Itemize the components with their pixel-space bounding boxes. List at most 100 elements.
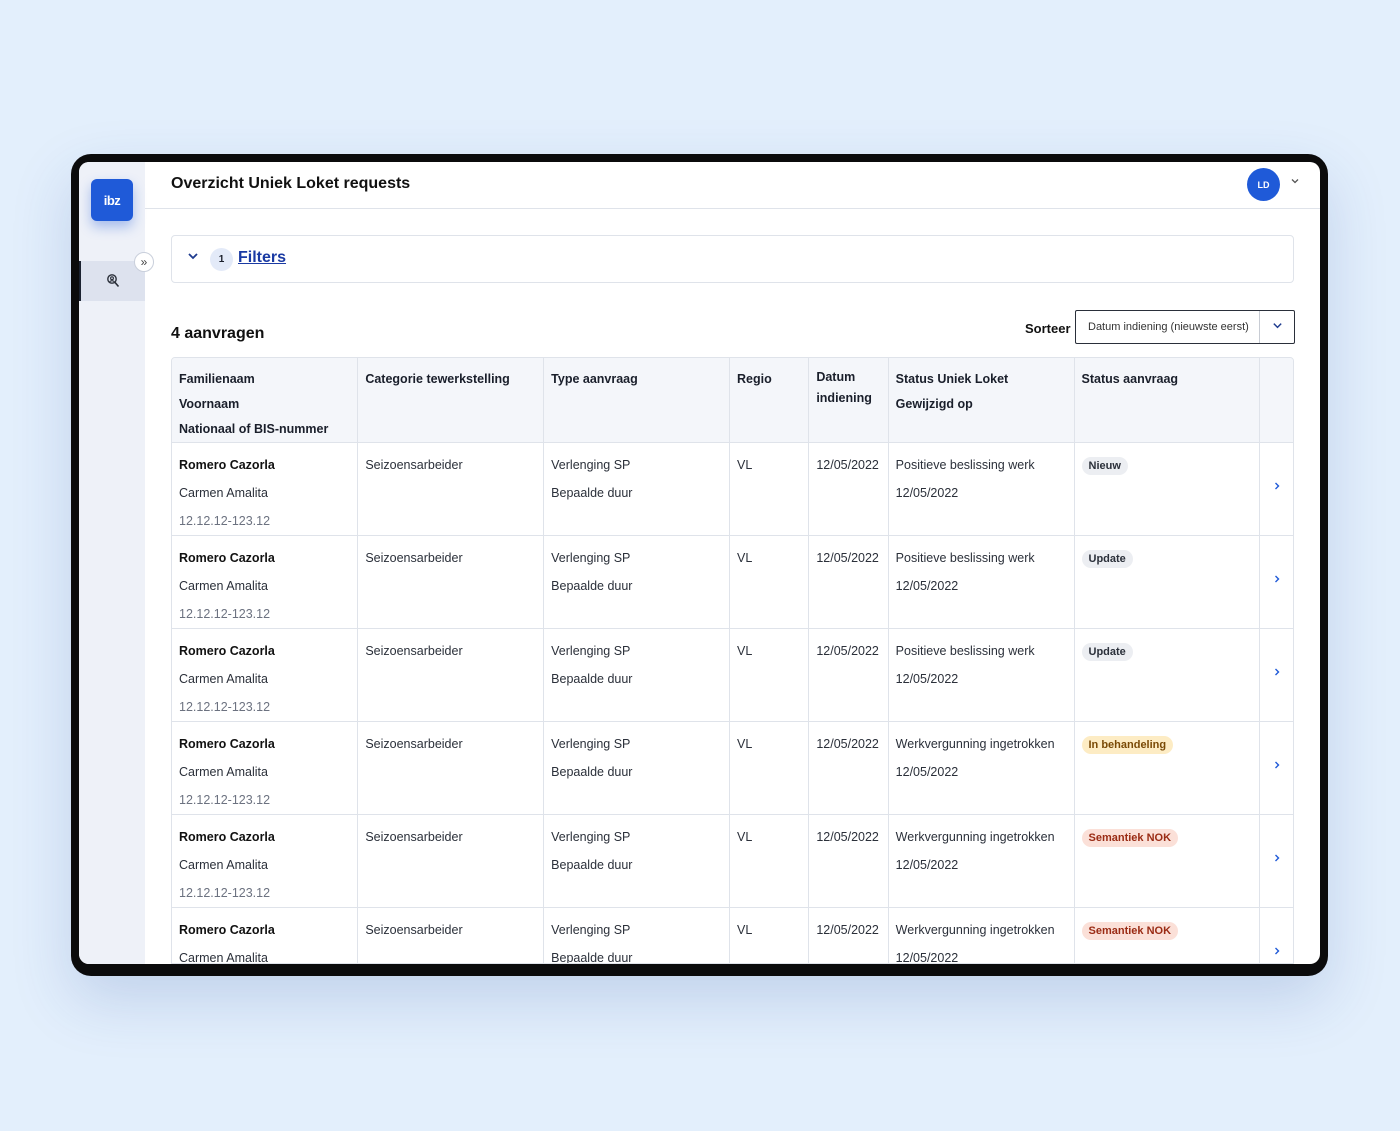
region-text: VL: [736, 923, 753, 937]
cell-date: 12/05/2022: [808, 442, 889, 536]
cell-date: 12/05/2022: [808, 907, 889, 963]
table-row[interactable]: Romero Cazorla Carmen Amalita 12.12.12-1…: [172, 442, 1293, 536]
chevron-right-icon[interactable]: [1272, 851, 1282, 866]
national-number-text: 12.12.12-123.12: [179, 514, 271, 528]
cell-ul-status: Werkvergunning ingetrokken 12/05/2022: [888, 907, 1075, 963]
chevron-right-icon[interactable]: [1272, 758, 1282, 773]
table-row[interactable]: Romero Cazorla Carmen Amalita 12.12.12-1…: [172, 814, 1293, 908]
cell-status: In behandeling: [1074, 721, 1261, 815]
duration-text: Bepaalde duur: [551, 858, 633, 872]
table-row[interactable]: Romero Cazorla Carmen Amalita 12.12.12-1…: [172, 721, 1293, 815]
date-text: 12/05/2022: [816, 458, 879, 472]
cell-name: Romero Cazorla Carmen Amalita 12.12.12-1…: [172, 814, 359, 908]
header-label: Regio: [736, 372, 772, 386]
region-text: VL: [736, 830, 753, 844]
column-header-ul-status[interactable]: Status Uniek Loket Gewijzigd op: [888, 358, 1075, 443]
table-row[interactable]: Romero Cazorla Carmen Amalita 12.12.12-1…: [172, 628, 1293, 722]
column-header-actions: [1259, 358, 1293, 443]
header-label: Nationaal of BIS-nummer: [179, 422, 329, 436]
lastname-text: Romero Cazorla: [179, 923, 275, 937]
cell-category: Seizoensarbeider: [357, 907, 545, 963]
column-header-category[interactable]: Categorie tewerkstelling: [357, 358, 545, 443]
sort-select[interactable]: Datum indiening (nieuwste eerst): [1075, 310, 1295, 344]
cell-status: Semantiek NOK: [1074, 814, 1261, 908]
cell-open[interactable]: [1259, 907, 1293, 963]
column-header-name[interactable]: Familienaam Voornaam Nationaal of BIS-nu…: [172, 358, 359, 443]
firstname-text: Carmen Amalita: [179, 858, 268, 872]
header-label: Gewijzigd op: [895, 397, 973, 411]
lastname-text: Romero Cazorla: [179, 458, 275, 472]
cell-type: Verlenging SP Bepaalde duur: [543, 907, 730, 964]
filters-panel[interactable]: 1 Filters: [171, 235, 1294, 283]
cell-region: VL: [729, 442, 810, 536]
double-chevron-right-icon: »: [140, 255, 148, 269]
chevron-right-icon[interactable]: [1272, 665, 1282, 680]
region-text: VL: [736, 644, 753, 658]
cell-date: 12/05/2022: [808, 535, 889, 629]
cell-status: Semantiek NOK: [1074, 907, 1261, 963]
cell-type: Verlenging SP Bepaalde duur: [543, 628, 730, 722]
status-badge: Semantiek NOK: [1081, 829, 1179, 847]
national-number-text: 12.12.12-123.12: [179, 607, 271, 621]
chevron-down-icon[interactable]: [1290, 176, 1300, 189]
region-text: VL: [736, 458, 753, 472]
sidebar-expand-button[interactable]: »: [134, 252, 154, 272]
table-row[interactable]: Romero Cazorla Carmen Amalita 12.12.12-1…: [172, 907, 1293, 964]
chevron-right-icon[interactable]: [1272, 479, 1282, 494]
category-text: Seizoensarbeider: [365, 737, 463, 751]
type-text: Verlenging SP: [551, 737, 631, 751]
header-label: Categorie tewerkstelling: [365, 372, 510, 386]
ul-status-text: Werkvergunning ingetrokken: [895, 923, 1055, 937]
cell-ul-status: Positieve beslissing werk 12/05/2022: [888, 442, 1075, 536]
ul-date-text: 12/05/2022: [895, 765, 959, 779]
duration-text: Bepaalde duur: [551, 951, 633, 964]
category-text: Seizoensarbeider: [365, 644, 463, 658]
app-window: ibz » Overzicht Uniek Loket requests LD: [79, 162, 1320, 964]
cell-open[interactable]: [1259, 814, 1293, 908]
cell-name: Romero Cazorla Carmen Amalita 12.12.12-1…: [172, 721, 359, 815]
region-text: VL: [736, 737, 753, 751]
date-text: 12/05/2022: [816, 830, 879, 844]
cell-region: VL: [729, 814, 810, 908]
cell-region: VL: [729, 907, 810, 963]
category-text: Seizoensarbeider: [365, 458, 463, 472]
filters-toggle-link[interactable]: Filters: [238, 249, 286, 267]
lastname-text: Romero Cazorla: [179, 830, 275, 844]
sort-select-value: Datum indiening (nieuwste eerst): [1088, 321, 1249, 333]
ul-status-text: Werkvergunning ingetrokken: [895, 737, 1055, 751]
avatar[interactable]: LD: [1247, 168, 1280, 201]
type-text: Verlenging SP: [551, 551, 631, 565]
chevron-right-icon[interactable]: [1272, 572, 1282, 587]
sort-select-divider: [1259, 311, 1260, 343]
sort-label: Sorteer: [1025, 321, 1071, 336]
cell-name: Romero Cazorla Carmen Amalita 12.12.12-1…: [172, 442, 359, 536]
cell-open[interactable]: [1259, 628, 1293, 722]
chevron-right-icon[interactable]: [1272, 944, 1282, 959]
header-label: Voornaam: [179, 397, 240, 411]
status-badge: Update: [1081, 643, 1133, 661]
chevron-down-icon[interactable]: [1272, 320, 1283, 334]
cell-type: Verlenging SP Bepaalde duur: [543, 535, 730, 629]
lastname-text: Romero Cazorla: [179, 644, 275, 658]
ul-date-text: 12/05/2022: [895, 486, 959, 500]
cell-date: 12/05/2022: [808, 721, 889, 815]
results-count: 4 aanvragen: [171, 325, 265, 342]
search-person-icon: [107, 274, 120, 288]
chevron-down-icon[interactable]: [187, 250, 199, 265]
column-header-region[interactable]: Regio: [729, 358, 810, 443]
column-header-date[interactable]: Datum indiening: [808, 358, 889, 443]
cell-category: Seizoensarbeider: [357, 628, 545, 722]
ul-date-text: 12/05/2022: [895, 858, 959, 872]
cell-open[interactable]: [1259, 535, 1293, 629]
cell-open[interactable]: [1259, 442, 1293, 536]
header: Overzicht Uniek Loket requests LD: [145, 162, 1320, 209]
firstname-text: Carmen Amalita: [179, 672, 268, 686]
cell-open[interactable]: [1259, 721, 1293, 815]
ibz-logo[interactable]: ibz: [91, 179, 133, 221]
column-header-type[interactable]: Type aanvraag: [543, 358, 730, 443]
column-header-status[interactable]: Status aanvraag: [1074, 358, 1261, 443]
table-row[interactable]: Romero Cazorla Carmen Amalita 12.12.12-1…: [172, 535, 1293, 629]
device-frame: ibz » Overzicht Uniek Loket requests LD: [71, 154, 1328, 976]
national-number-text: 12.12.12-123.12: [179, 886, 271, 900]
cell-status: Nieuw: [1074, 442, 1261, 536]
